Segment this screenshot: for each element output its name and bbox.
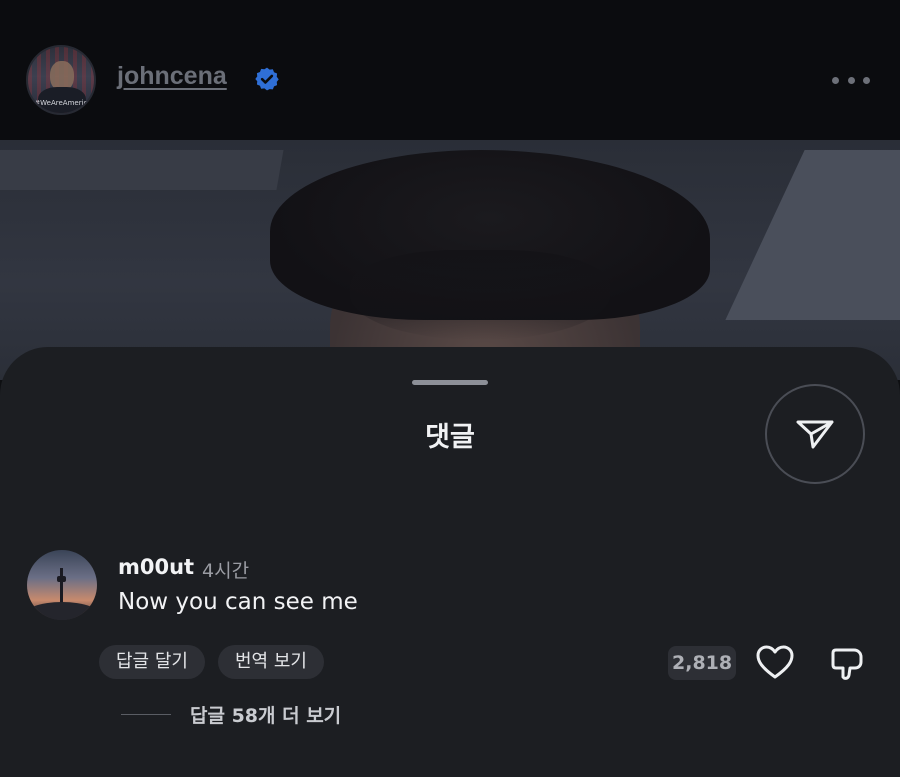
replies-divider [121, 714, 171, 715]
comment-username[interactable]: m00ut [118, 555, 194, 579]
comments-sheet: 댓글 m00ut 4시간 Now you can see me 답글 달기 번역… [0, 347, 900, 777]
avatar-hill [27, 602, 97, 620]
post-photo [0, 140, 900, 380]
view-replies-link[interactable]: 답글 58개 더 보기 [190, 701, 341, 728]
photo-background-shape [0, 150, 284, 190]
post-header: #WeAreAmerica johncena [0, 0, 900, 140]
comment-text: Now you can see me [118, 589, 358, 615]
more-dot [832, 76, 839, 84]
reply-button[interactable]: 답글 달기 [99, 645, 205, 679]
profile-avatar[interactable]: #WeAreAmerica [26, 45, 96, 115]
dislike-icon[interactable] [828, 645, 866, 683]
sheet-grabber[interactable] [412, 380, 488, 385]
commenter-avatar[interactable] [27, 550, 97, 620]
post-username[interactable]: johncena [117, 62, 227, 91]
comment-timestamp: 4시간 [202, 560, 250, 582]
translate-button[interactable]: 번역 보기 [218, 645, 324, 679]
avatar-tower-top [57, 576, 66, 582]
more-dot [863, 76, 870, 84]
avatar-caption: #WeAreAmerica [34, 99, 92, 107]
verified-badge-icon [255, 67, 279, 91]
photo-hair-fringe [350, 250, 610, 340]
send-icon [796, 420, 834, 449]
like-count: 2,818 [668, 646, 737, 680]
more-dot [847, 76, 855, 84]
avatar-tower [60, 568, 63, 606]
photo-background-shape [725, 150, 900, 320]
share-button[interactable] [765, 384, 865, 484]
heart-icon[interactable] [755, 644, 795, 680]
more-horizontal-icon[interactable] [832, 74, 870, 86]
